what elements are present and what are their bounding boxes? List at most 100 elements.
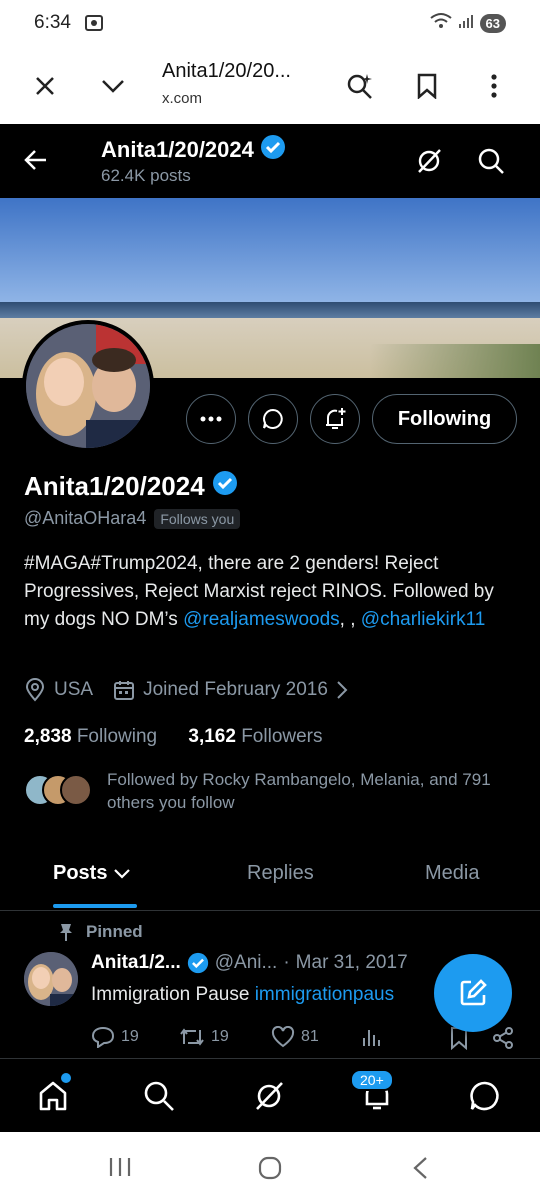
topbar-name-text: Anita1/20/2024 <box>101 137 254 162</box>
pinned-label: Pinned <box>58 922 143 942</box>
status-right: 63 <box>429 12 506 35</box>
wifi-icon <box>429 12 452 35</box>
home-button-icon[interactable] <box>258 1156 282 1185</box>
location-icon <box>24 678 46 702</box>
grok-icon[interactable] <box>414 146 444 181</box>
status-bar: 6:34 63 <box>0 0 540 48</box>
bio-separator: , , <box>339 609 361 630</box>
topbar-name: Anita1/20/2024 <box>101 134 286 166</box>
followers-count: 3,162 <box>188 726 236 747</box>
home-icon[interactable] <box>36 1079 70 1118</box>
back-arrow-icon[interactable] <box>22 146 50 179</box>
following-stat[interactable]: 2,838 Following <box>24 726 157 747</box>
profile-avatar[interactable] <box>22 320 154 452</box>
profile-bio: #MAGA#Trump2024, there are 2 genders! Re… <box>24 550 518 634</box>
compose-icon <box>457 977 489 1009</box>
post-body: Immigration Pause <box>91 984 255 1005</box>
following-word: Following <box>76 726 158 747</box>
bio-mention-link[interactable]: @realjameswoods <box>183 609 340 630</box>
display-name: Anita1/20/2024 <box>24 470 238 503</box>
close-icon[interactable] <box>29 70 61 102</box>
profile-handle: @AnitaOHara4 <box>24 508 147 528</box>
recent-apps-icon[interactable] <box>108 1156 132 1183</box>
system-nav-bar <box>0 1132 540 1200</box>
post-author-name[interactable]: Anita1/2... <box>91 952 181 974</box>
more-button[interactable] <box>186 394 236 444</box>
reply-icon <box>91 1026 115 1048</box>
like-action[interactable]: 81 <box>271 1026 319 1048</box>
battery-indicator: 63 <box>479 14 506 33</box>
topbar-post-count: 62.4K posts <box>101 166 191 185</box>
display-name-text: Anita1/20/2024 <box>24 471 205 501</box>
notify-button[interactable] <box>310 394 360 444</box>
repost-icon <box>179 1026 205 1048</box>
profile-location: USA <box>54 679 94 700</box>
x-profile-page: Anita1/20/2024 62.4K posts Following Ani… <box>0 124 540 1132</box>
handle-row: @AnitaOHara4 Follows you <box>24 508 241 529</box>
share-action[interactable] <box>491 1026 515 1050</box>
grok-icon[interactable] <box>252 1079 286 1118</box>
banner-dunegrass <box>370 344 540 378</box>
back-button-icon[interactable] <box>412 1156 428 1185</box>
pinned-text: Pinned <box>86 922 143 941</box>
post-separator: · <box>283 952 290 973</box>
search-icon[interactable] <box>476 146 506 181</box>
compose-button[interactable] <box>434 954 512 1032</box>
more-vert-icon[interactable] <box>478 70 510 102</box>
page-title[interactable]: Anita1/20/20... <box>162 60 291 83</box>
profile-stats: 2,838 Following 3,162 Followers <box>24 726 323 748</box>
avatar <box>60 774 92 806</box>
followed-by[interactable]: Followed by Rocky Rambangelo, Melania, a… <box>24 766 524 826</box>
followed-by-text: Followed by Rocky Rambangelo, Melania, a… <box>107 770 491 812</box>
chevron-down-icon <box>113 868 131 880</box>
profile-tabs: Posts Replies Media <box>0 844 540 911</box>
search-sparkle-icon[interactable] <box>344 70 376 102</box>
notifications-badge: 20+ <box>350 1069 394 1091</box>
post-link[interactable]: immigrationpaus <box>255 984 394 1005</box>
followers-word: Followers <box>241 726 323 747</box>
post-header: Anita1/2... @Ani... · Mar 31, 2017 <box>91 952 408 974</box>
profile-meta: USA Joined February 2016 <box>24 678 348 702</box>
post-date[interactable]: Mar 31, 2017 <box>296 952 408 974</box>
post-author-handle: @Ani... <box>214 952 278 973</box>
post-text: Immigration Pause immigrationpaus <box>91 984 394 1006</box>
banner-sea <box>0 302 540 318</box>
tab-posts[interactable]: Posts <box>53 862 131 885</box>
verified-badge-icon[interactable] <box>212 470 238 503</box>
bookmark-icon[interactable] <box>411 70 443 102</box>
message-button[interactable] <box>248 394 298 444</box>
tab-replies[interactable]: Replies <box>247 862 314 885</box>
tab-media[interactable]: Media <box>425 862 479 885</box>
analytics-icon <box>361 1026 383 1048</box>
share-icon <box>491 1026 515 1050</box>
views-action[interactable] <box>361 1026 383 1048</box>
reply-action[interactable]: 19 <box>91 1026 139 1048</box>
repost-count: 19 <box>211 1028 229 1045</box>
verified-badge-icon <box>260 134 286 166</box>
pin-icon <box>58 922 74 942</box>
like-count: 81 <box>301 1028 319 1045</box>
profile-topbar: Anita1/20/2024 62.4K posts <box>0 124 540 198</box>
reply-count: 19 <box>121 1028 139 1045</box>
verified-badge-icon <box>187 952 209 974</box>
browser-bar: Anita1/20/20... x.com <box>0 48 540 125</box>
banner-sky <box>0 198 540 302</box>
url-domain[interactable]: x.com <box>162 90 202 107</box>
following-button[interactable]: Following <box>372 394 517 444</box>
chevron-right-icon[interactable] <box>336 680 348 700</box>
chevron-down-icon[interactable] <box>97 70 129 102</box>
home-unread-dot <box>61 1073 71 1083</box>
repost-action[interactable]: 19 <box>179 1026 229 1048</box>
followers-stat[interactable]: 3,162 Followers <box>188 726 322 747</box>
signal-icon <box>458 13 474 34</box>
heart-icon <box>271 1026 295 1048</box>
bottom-nav: 20+ <box>0 1058 540 1132</box>
calendar-icon <box>113 679 135 701</box>
followed-by-avatars <box>24 774 94 806</box>
post-avatar[interactable] <box>24 952 78 1006</box>
bio-mention-link[interactable]: @charliekirk11 <box>361 609 486 630</box>
search-icon[interactable] <box>142 1079 176 1118</box>
follows-you-badge: Follows you <box>154 508 241 529</box>
tab-posts-label: Posts <box>53 862 108 884</box>
messages-icon[interactable] <box>468 1079 502 1118</box>
